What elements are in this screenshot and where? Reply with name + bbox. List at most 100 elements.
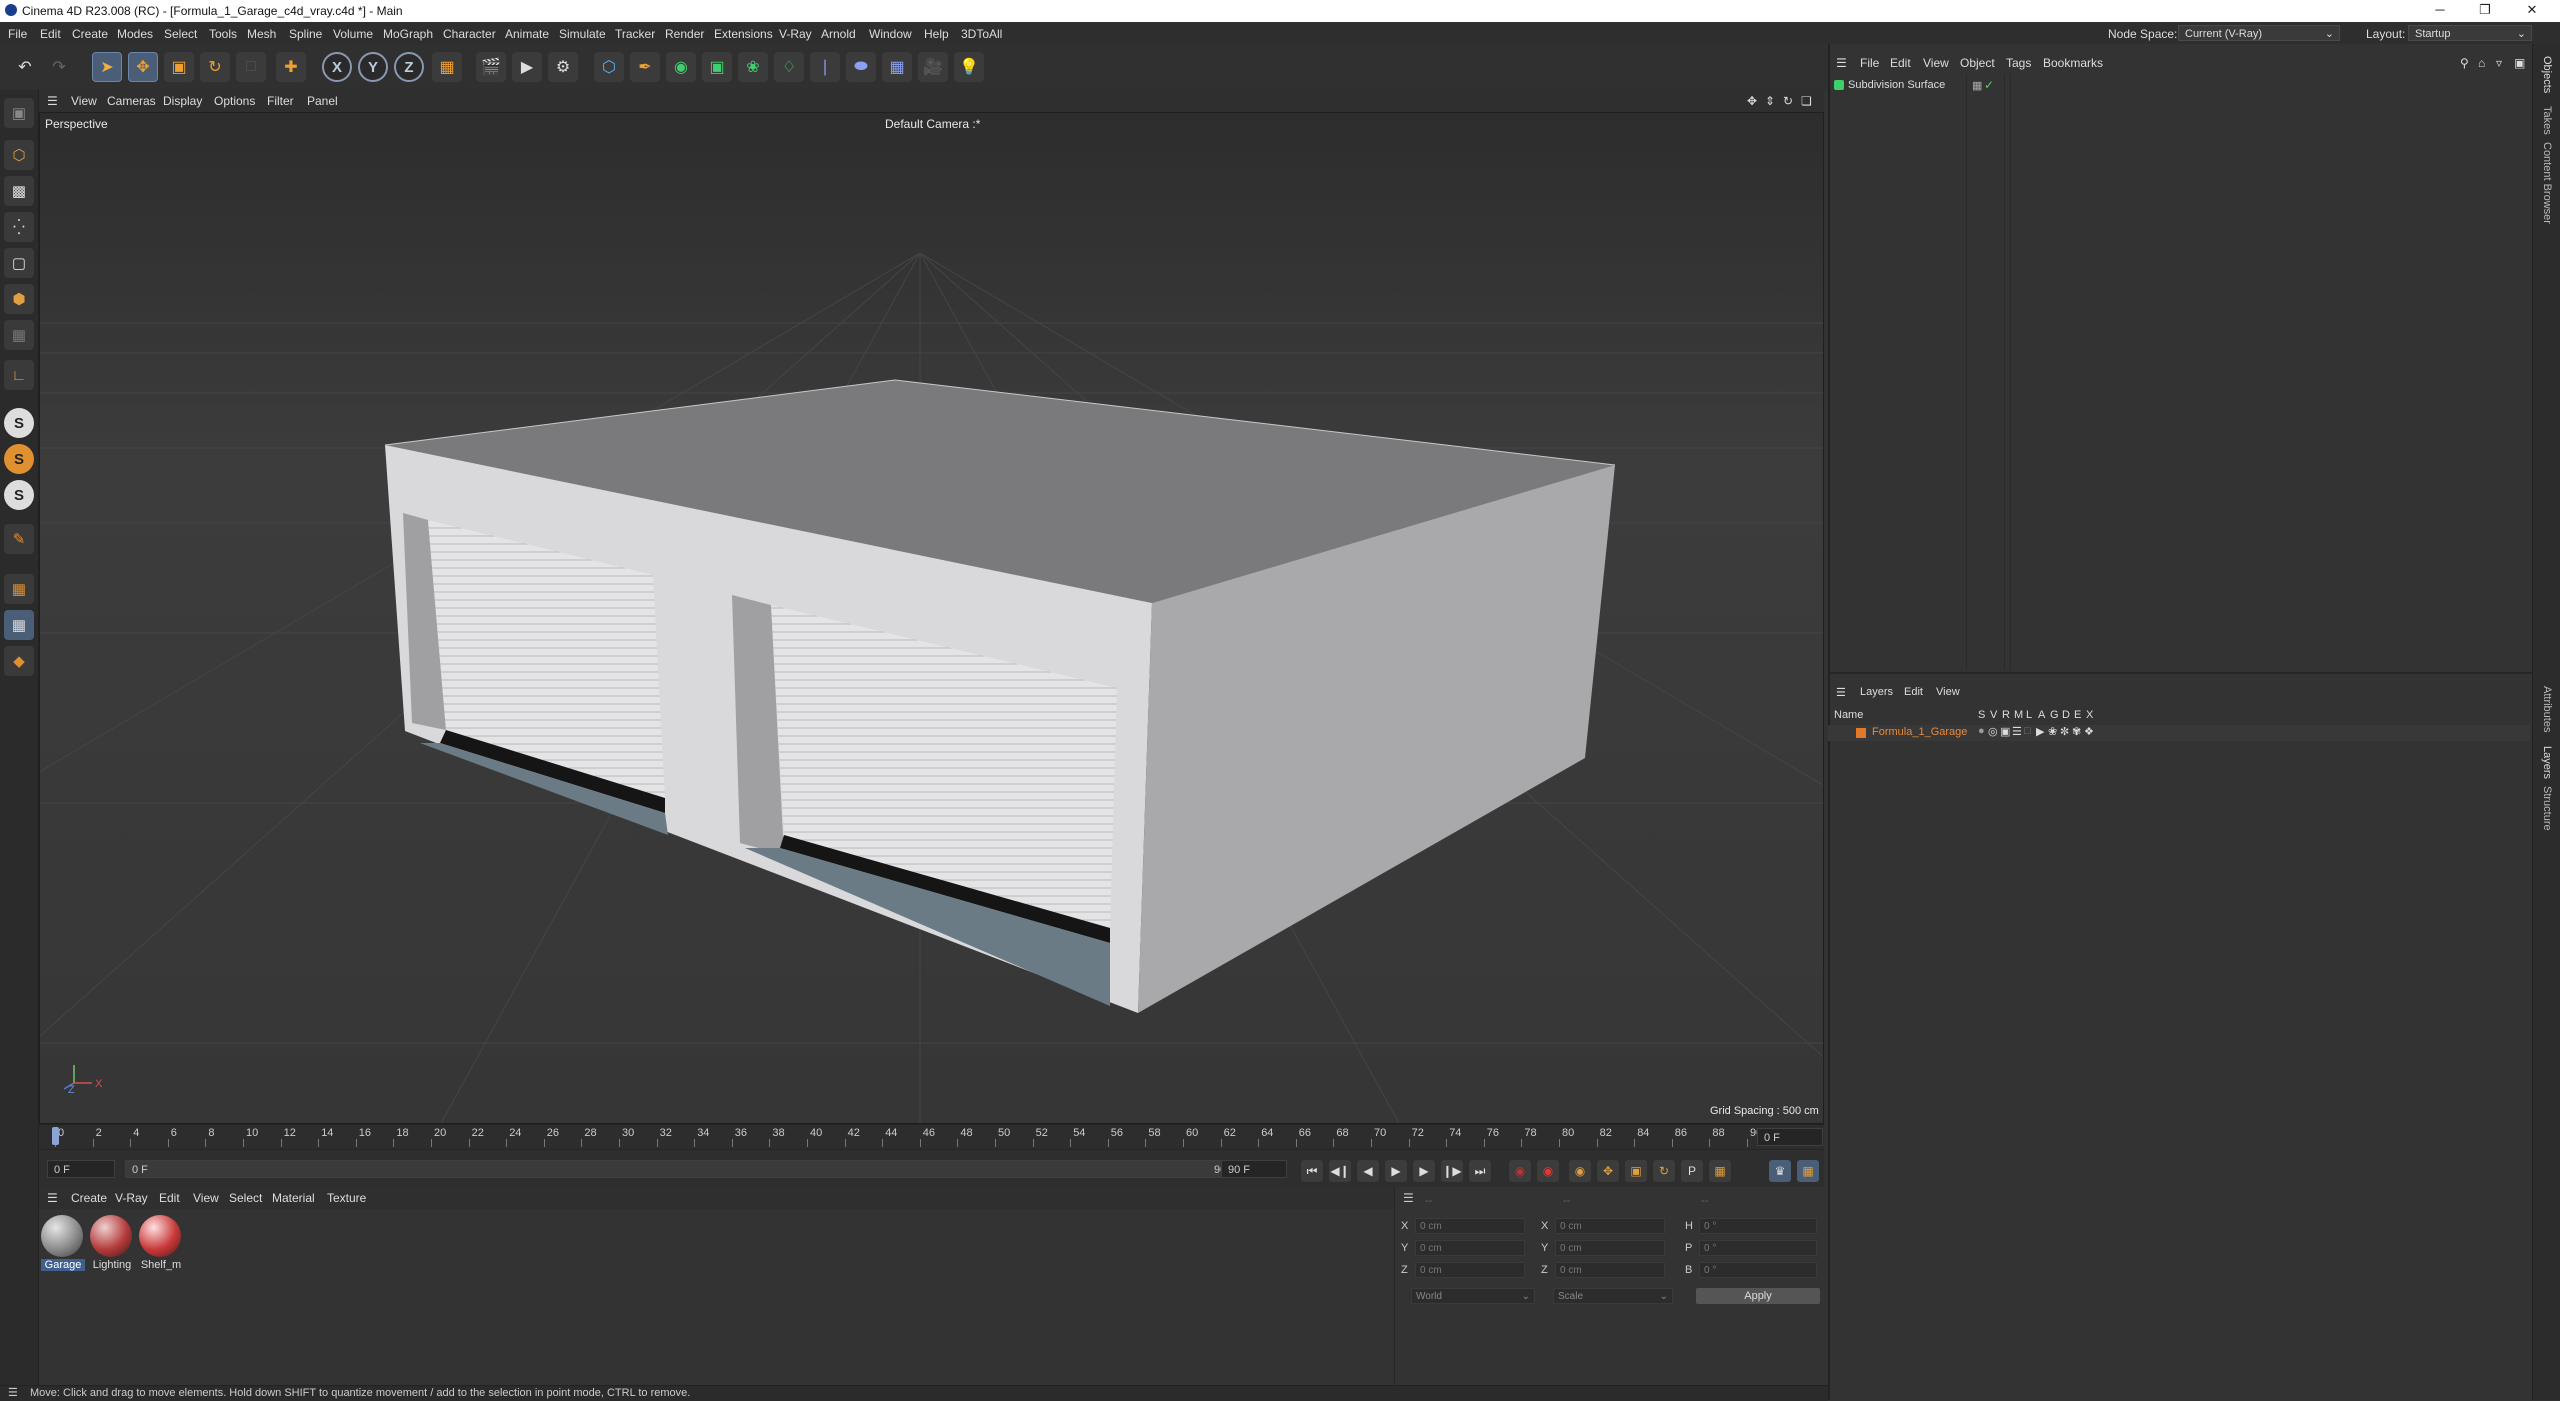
- coordinate-system-icon[interactable]: ▦: [432, 52, 462, 82]
- x-axis-lock-icon[interactable]: X: [322, 52, 352, 82]
- menu-modes[interactable]: Modes: [117, 27, 153, 41]
- generators-icon[interactable]: ❀: [2048, 725, 2057, 738]
- layout-select[interactable]: Startup ⌄: [2408, 25, 2532, 41]
- maximize-button[interactable]: ❐: [2465, 2, 2505, 18]
- autokey-icon[interactable]: ◉: [1537, 1160, 1559, 1182]
- uv-mode-icon[interactable]: ▦: [4, 320, 34, 350]
- viewport-camera-label[interactable]: Default Camera :*: [885, 117, 980, 131]
- size-mode-select[interactable]: Scale ⌄: [1553, 1288, 1673, 1304]
- material-menu-select[interactable]: Select: [229, 1191, 262, 1205]
- menu-window[interactable]: Window: [869, 27, 912, 41]
- render-settings-icon[interactable]: ⚙: [548, 52, 578, 82]
- pos-z-field[interactable]: 0 cm: [1415, 1262, 1525, 1278]
- timeline-ruler[interactable]: 0 2 4 6 8 10 12 14 16 18 20 22 24 26 28 30 32 34 36 38 40 42 4…: [39, 1124, 1824, 1150]
- points-mode-icon[interactable]: ⁛: [4, 212, 34, 242]
- preview-range-slider[interactable]: 0 F 90 F: [125, 1160, 1245, 1178]
- next-key-icon[interactable]: ❙▶: [1441, 1160, 1463, 1182]
- light-icon[interactable]: 💡: [954, 52, 984, 82]
- previous-key-icon[interactable]: ◀❙: [1329, 1160, 1351, 1182]
- extrude-generator-icon[interactable]: ▣: [702, 52, 732, 82]
- menu-create[interactable]: Create: [72, 27, 108, 41]
- tab-objects[interactable]: Objects: [2541, 56, 2553, 93]
- object-row[interactable]: Subdivision Surface ▦ ✓: [1832, 78, 2032, 94]
- rotate-view-icon[interactable]: ↻: [1783, 94, 1793, 108]
- material-menu-view[interactable]: View: [193, 1191, 219, 1205]
- menu-tracker[interactable]: Tracker: [615, 27, 655, 41]
- objects-menu-file[interactable]: File: [1860, 56, 1879, 70]
- key-position-icon[interactable]: ✥: [1597, 1160, 1619, 1182]
- rot-p-field[interactable]: 0 °: [1699, 1240, 1817, 1256]
- manager-icon[interactable]: ☰: [2012, 725, 2022, 738]
- viewport-menu-display[interactable]: Display: [163, 94, 202, 108]
- menu-animate[interactable]: Animate: [505, 27, 549, 41]
- objects-menu-object[interactable]: Object: [1960, 56, 1995, 70]
- menu-extensions[interactable]: Extensions: [714, 27, 773, 41]
- layers-menu-view[interactable]: View: [1936, 686, 1960, 698]
- end-frame-field[interactable]: 90 F: [1221, 1160, 1287, 1178]
- next-frame-icon[interactable]: ▶: [1413, 1160, 1435, 1182]
- tab-content-browser[interactable]: Content Browser: [2541, 142, 2553, 224]
- minimize-button[interactable]: ─: [2420, 2, 2460, 17]
- menu-edit[interactable]: Edit: [40, 27, 61, 41]
- render-icon[interactable]: ▣: [2000, 725, 2010, 738]
- polygons-mode-icon[interactable]: ⬢: [4, 284, 34, 314]
- play-icon[interactable]: ▶: [1385, 1160, 1407, 1182]
- filter-icon[interactable]: ▿: [2496, 56, 2502, 70]
- snap-icon[interactable]: S: [4, 408, 34, 438]
- layer-row[interactable]: Formula_1_Garage ● ◎ ▣ ☰ □ ▶ ❀ ✼ ✾ ❖: [1828, 725, 2530, 741]
- menu-mesh[interactable]: Mesh: [247, 27, 276, 41]
- floor-icon[interactable]: ▦: [882, 52, 912, 82]
- rot-b-field[interactable]: 0 °: [1699, 1262, 1817, 1278]
- redo-button[interactable]: ↷: [44, 52, 74, 82]
- previous-frame-icon[interactable]: ◀: [1357, 1160, 1379, 1182]
- make-editable-icon[interactable]: ▣: [4, 98, 34, 128]
- enabled-check-icon[interactable]: ✓: [1984, 78, 1994, 92]
- field-icon[interactable]: ⬬: [846, 52, 876, 82]
- hamburger-icon[interactable]: ☰: [47, 1191, 58, 1205]
- maximize-view-icon[interactable]: ❏: [1801, 94, 1812, 108]
- hamburger-icon[interactable]: ☰: [1403, 1191, 1414, 1205]
- viewport-menu-panel[interactable]: Panel: [307, 94, 338, 108]
- cloner-icon[interactable]: ❀: [738, 52, 768, 82]
- layers-menu-edit[interactable]: Edit: [1904, 686, 1923, 698]
- y-axis-lock-icon[interactable]: Y: [358, 52, 388, 82]
- xrefs-icon[interactable]: ❖: [2084, 725, 2094, 738]
- layers-menu-layers[interactable]: Layers: [1860, 686, 1893, 698]
- node-space-select[interactable]: Current (V-Ray) ⌄: [2178, 25, 2340, 41]
- lock-icon[interactable]: □: [2024, 725, 2031, 737]
- menu-3dtoall[interactable]: 3DToAll: [961, 27, 1002, 41]
- material-menu-create[interactable]: Create: [71, 1191, 107, 1205]
- timeline-window-icon[interactable]: ▦: [1797, 1160, 1819, 1182]
- apply-button[interactable]: Apply: [1696, 1288, 1820, 1304]
- key-scale-icon[interactable]: ▣: [1625, 1160, 1647, 1182]
- current-frame-field[interactable]: 0 F: [1757, 1128, 1823, 1146]
- menu-file[interactable]: File: [8, 27, 27, 41]
- undo-button[interactable]: ↶: [10, 52, 40, 82]
- visibility-toggle-icon[interactable]: ▦: [1972, 79, 1982, 92]
- menu-vray[interactable]: V-Ray: [779, 27, 812, 41]
- menu-tools[interactable]: Tools: [209, 27, 237, 41]
- record-active-icon[interactable]: ◉: [1509, 1160, 1531, 1182]
- last-tool-icon[interactable]: □: [236, 52, 266, 82]
- texture-mode-icon[interactable]: ▩: [4, 176, 34, 206]
- render-view-icon[interactable]: ▶: [512, 52, 542, 82]
- tab-attributes[interactable]: Attributes: [2541, 686, 2553, 732]
- size-y-field[interactable]: 0 cm: [1555, 1240, 1665, 1256]
- snap-settings-icon[interactable]: S: [4, 444, 34, 474]
- pan-view-icon[interactable]: ✥: [1747, 94, 1757, 108]
- objects-menu-edit[interactable]: Edit: [1890, 56, 1911, 70]
- deformer-icon[interactable]: ∣: [810, 52, 840, 82]
- material-swatch[interactable]: Lighting: [90, 1215, 134, 1271]
- objects-tree-area[interactable]: [1830, 74, 2532, 674]
- paint-icon[interactable]: ✎: [4, 524, 34, 554]
- objects-menu-bookmarks[interactable]: Bookmarks: [2043, 56, 2103, 70]
- 3d-viewport[interactable]: Z X Perspective Default Camera :* Grid S…: [39, 112, 1824, 1124]
- new-view-icon[interactable]: ▣: [2514, 56, 2525, 70]
- key-parameter-icon[interactable]: P: [1681, 1160, 1703, 1182]
- viewport-menu-options[interactable]: Options: [214, 94, 255, 108]
- move-tool-icon[interactable]: ✥: [128, 52, 158, 82]
- hamburger-icon[interactable]: ☰: [8, 1386, 18, 1399]
- hamburger-icon[interactable]: ☰: [47, 94, 58, 108]
- pos-y-field[interactable]: 0 cm: [1415, 1240, 1525, 1256]
- scale-tool-icon[interactable]: ▣: [164, 52, 194, 82]
